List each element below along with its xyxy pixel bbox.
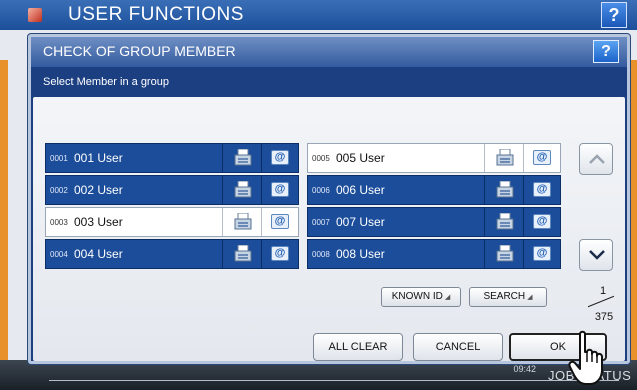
member-name: 006 User — [336, 183, 385, 197]
member-tile[interactable]: 0001 001 User @ — [45, 143, 299, 173]
member-select-button[interactable]: 0003 003 User — [46, 208, 222, 236]
member-email-button[interactable]: @ — [261, 240, 298, 268]
member-tile[interactable]: 0005 005 User @ — [307, 143, 561, 173]
search-label: SEARCH — [483, 291, 526, 302]
chevron-down-icon — [589, 250, 605, 260]
member-email-button[interactable]: @ — [261, 208, 298, 236]
dialog-divider — [49, 380, 619, 381]
dialog-help-button[interactable]: ? — [593, 40, 619, 63]
member-number: 0004 — [50, 250, 68, 259]
member-tile[interactable]: 0008 008 User @ — [307, 239, 561, 269]
member-number: 0006 — [312, 186, 330, 195]
all-clear-button[interactable]: ALL CLEAR — [313, 333, 403, 361]
page-up-button[interactable] — [579, 143, 613, 175]
email-icon: @ — [271, 182, 289, 197]
member-fax-button[interactable] — [484, 240, 523, 268]
member-select-button[interactable]: 0002 002 User — [46, 176, 222, 204]
chevron-up-icon — [589, 154, 605, 164]
fax-icon — [496, 149, 514, 166]
member-number: 0007 — [312, 218, 330, 227]
member-name: 007 User — [336, 215, 385, 229]
dialog-title-bar: CHECK OF GROUP MEMBER ? — [31, 37, 627, 67]
known-id-label: KNOWN ID — [391, 291, 443, 302]
hand-pointer-icon — [568, 330, 603, 385]
member-select-button[interactable]: 0006 006 User — [308, 176, 484, 204]
member-fax-button[interactable] — [484, 208, 523, 236]
page-down-button[interactable] — [579, 239, 613, 271]
cancel-button[interactable]: CANCEL — [413, 333, 503, 361]
member-fax-button[interactable] — [484, 176, 523, 204]
email-icon: @ — [271, 214, 289, 229]
member-number: 0008 — [312, 250, 330, 259]
app-title: USER FUNCTIONS — [68, 4, 244, 25]
member-fax-button[interactable] — [222, 208, 261, 236]
member-fax-button[interactable] — [222, 144, 261, 172]
member-name: 005 User — [336, 151, 385, 165]
app-title-bar: USER FUNCTIONS ? — [0, 0, 637, 30]
member-name: 004 User — [74, 247, 123, 261]
email-icon: @ — [271, 246, 289, 261]
fax-icon — [234, 245, 252, 262]
member-email-button[interactable]: @ — [523, 176, 560, 204]
member-tile[interactable]: 0003 003 User @ — [45, 207, 299, 237]
fax-icon — [234, 181, 252, 198]
member-fax-button[interactable] — [222, 176, 261, 204]
member-tile[interactable]: 0004 004 User @ — [45, 239, 299, 269]
dialog-subtitle-bar: Select Member in a group — [31, 67, 627, 97]
member-select-button[interactable]: 0008 008 User — [308, 240, 484, 268]
member-name: 002 User — [74, 183, 123, 197]
page-total: 375 — [594, 311, 614, 323]
dialog-title: CHECK OF GROUP MEMBER — [43, 43, 236, 59]
member-name: 001 User — [74, 151, 123, 165]
submenu-arrow-icon: ◢ — [444, 294, 451, 301]
app-status-bar — [0, 360, 637, 390]
member-select-button[interactable]: 0007 007 User — [308, 208, 484, 236]
member-select-button[interactable]: 0004 004 User — [46, 240, 222, 268]
submenu-arrow-icon: ◢ — [527, 294, 533, 301]
app-help-button[interactable]: ? — [601, 2, 627, 28]
email-icon: @ — [533, 150, 551, 165]
member-name: 008 User — [336, 247, 385, 261]
member-fax-button[interactable] — [222, 240, 261, 268]
page-current: 1 — [599, 285, 607, 297]
member-select-button[interactable]: 0005 005 User — [308, 144, 484, 172]
member-tile[interactable]: 0006 006 User @ — [307, 175, 561, 205]
member-tile[interactable]: 0007 007 User @ — [307, 207, 561, 237]
member-email-button[interactable]: @ — [261, 144, 298, 172]
app-accent-right — [629, 60, 637, 360]
member-email-button[interactable]: @ — [523, 144, 560, 172]
email-icon: @ — [271, 150, 289, 165]
member-email-button[interactable]: @ — [523, 240, 560, 268]
app-logo-icon — [28, 8, 42, 22]
dialog-subtitle: Select Member in a group — [43, 76, 169, 88]
member-tile[interactable]: 0002 002 User @ — [45, 175, 299, 205]
member-number: 0003 — [50, 218, 68, 227]
search-button[interactable]: SEARCH ◢ — [469, 287, 547, 307]
app-accent-left — [0, 60, 8, 360]
member-number: 0005 — [312, 154, 330, 163]
dialog-content: 0001 001 User @ 0002 002 User @ 0003 003… — [33, 97, 625, 381]
email-icon: @ — [533, 214, 551, 229]
page-separator — [587, 295, 615, 308]
check-group-member-dialog: CHECK OF GROUP MEMBER ? Select Member in… — [28, 34, 630, 381]
member-email-button[interactable]: @ — [523, 208, 560, 236]
fax-icon — [234, 213, 252, 230]
member-name: 003 User — [74, 215, 123, 229]
fax-icon — [496, 213, 514, 230]
email-icon: @ — [533, 182, 551, 197]
member-number: 0001 — [50, 154, 68, 163]
fax-icon — [496, 245, 514, 262]
member-number: 0002 — [50, 186, 68, 195]
member-select-button[interactable]: 0001 001 User — [46, 144, 222, 172]
email-icon: @ — [533, 246, 551, 261]
fax-icon — [234, 149, 252, 166]
member-email-button[interactable]: @ — [261, 176, 298, 204]
member-fax-button[interactable] — [484, 144, 523, 172]
fax-icon — [496, 181, 514, 198]
status-clock: 09:42 — [513, 364, 536, 374]
known-id-button[interactable]: KNOWN ID ◢ — [381, 287, 461, 307]
